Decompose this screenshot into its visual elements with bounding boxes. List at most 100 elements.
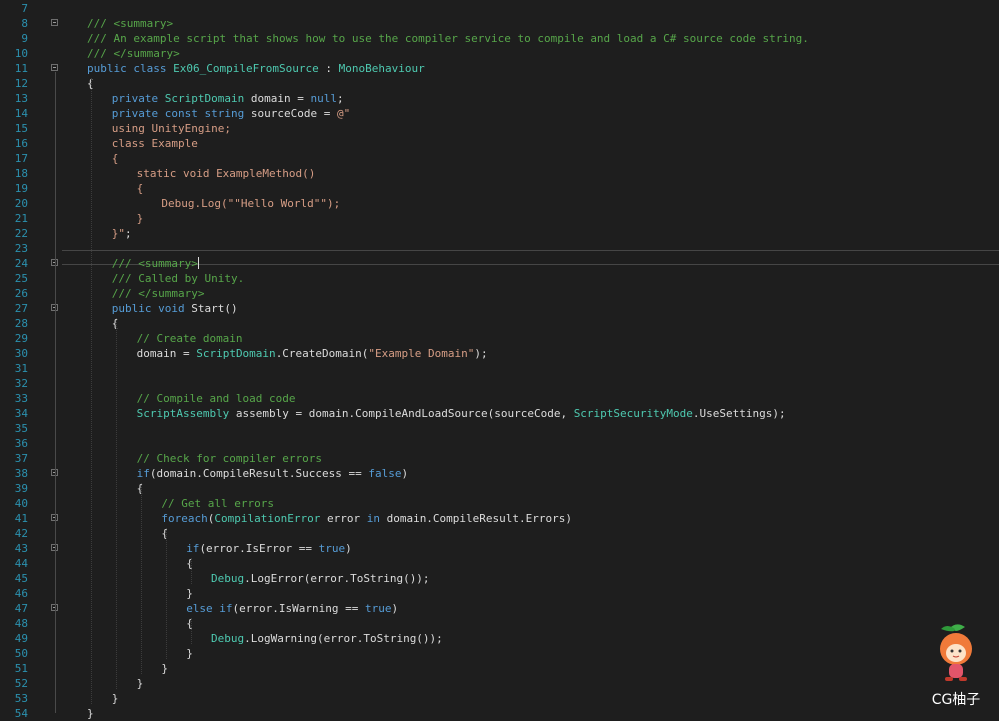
- code-line[interactable]: 53}: [0, 691, 999, 706]
- code-text: }: [137, 211, 144, 226]
- code-line[interactable]: 29 // Create domain: [0, 331, 999, 346]
- code-line[interactable]: 37 // Check for compiler errors: [0, 451, 999, 466]
- collapse-toggle-icon[interactable]: [51, 19, 58, 26]
- code-token: {: [136, 182, 144, 195]
- code-text: }: [186, 646, 193, 661]
- code-token: // Get all errors: [161, 497, 274, 510]
- line-number: 43: [14, 542, 28, 555]
- code-line[interactable]: 45 Debug.LogError(error.ToString());: [0, 571, 999, 586]
- code-text: class Example: [112, 136, 198, 151]
- code-line[interactable]: 39 {: [0, 481, 999, 496]
- code-token: Start(): [191, 302, 238, 315]
- code-token: /// </summary>: [87, 47, 180, 60]
- code-line[interactable]: 42 {: [0, 526, 999, 541]
- code-token: (domain.CompileResult.Success ==: [149, 467, 369, 480]
- fold-region-line: [55, 552, 56, 593]
- line-number: 15: [14, 122, 28, 135]
- line-number: 40: [14, 497, 28, 510]
- line-number: 31: [14, 362, 28, 375]
- code-line[interactable]: 17 {: [0, 151, 999, 166]
- code-line[interactable]: 44{: [0, 556, 999, 571]
- code-line[interactable]: 14 private const string sourceCode = @": [0, 106, 999, 121]
- line-number: 34: [14, 407, 28, 420]
- code-line[interactable]: 50}: [0, 646, 999, 661]
- line-number: 45: [14, 572, 28, 585]
- line-number: 37: [14, 452, 28, 465]
- code-text: static void ExampleMethod(): [137, 166, 316, 181]
- indent-guide: [116, 318, 117, 689]
- code-line[interactable]: 20 Debug.Log(""Hello World"");: [0, 196, 999, 211]
- code-line[interactable]: 32: [0, 376, 999, 391]
- code-line[interactable]: 19 {: [0, 181, 999, 196]
- code-text: }: [87, 706, 94, 721]
- code-line[interactable]: 36: [0, 436, 999, 451]
- code-line[interactable]: 8 /// <summary>: [0, 16, 999, 31]
- code-line[interactable]: 31: [0, 361, 999, 376]
- code-token: public class: [87, 62, 174, 75]
- code-token: sourceCode =: [250, 107, 337, 120]
- code-line[interactable]: 15 using UnityEngine;: [0, 121, 999, 136]
- code-line[interactable]: 52}: [0, 676, 999, 691]
- code-line[interactable]: 21}: [0, 211, 999, 226]
- code-token: {: [111, 152, 119, 165]
- code-line[interactable]: 38 if(domain.CompileResult.Success == fal…: [0, 466, 999, 481]
- code-text: {: [112, 151, 119, 166]
- fold-region-line: [55, 612, 56, 653]
- code-line[interactable]: 12{: [0, 76, 999, 91]
- code-line[interactable]: 28{: [0, 316, 999, 331]
- code-token: ;: [125, 227, 132, 240]
- line-number: 21: [14, 212, 28, 225]
- code-line[interactable]: 26 /// </summary>: [0, 286, 999, 301]
- code-line[interactable]: 41 foreach(CompilationError error in doma…: [0, 511, 999, 526]
- code-line[interactable]: 25 /// Called by Unity.: [0, 271, 999, 286]
- code-line[interactable]: 46}: [0, 586, 999, 601]
- code-token: else if: [186, 602, 233, 615]
- code-line[interactable]: 23: [0, 241, 999, 256]
- code-line[interactable]: 40 // Get all errors: [0, 496, 999, 511]
- code-line[interactable]: 24 /// <summary>: [0, 256, 999, 271]
- code-text: {: [161, 526, 168, 541]
- code-line[interactable]: 48{: [0, 616, 999, 631]
- code-token: (error.IsWarning ==: [232, 602, 365, 615]
- code-line[interactable]: 27 public void Start(): [0, 301, 999, 316]
- code-token: /// Called by Unity.: [111, 272, 245, 285]
- code-line[interactable]: 10 /// </summary>: [0, 46, 999, 61]
- code-line[interactable]: 30 domain = ScriptDomain.CreateDomain("Ex…: [0, 346, 999, 361]
- code-token: null: [310, 92, 338, 105]
- code-line[interactable]: 33 // Compile and load code: [0, 391, 999, 406]
- line-number: 13: [14, 92, 28, 105]
- line-number: 11: [14, 62, 28, 75]
- line-number: 22: [14, 227, 28, 240]
- code-token: ): [401, 467, 409, 480]
- code-line[interactable]: 34 ScriptAssembly assembly = domain.Compi…: [0, 406, 999, 421]
- code-line[interactable]: 49 Debug.LogWarning(error.ToString());: [0, 631, 999, 646]
- code-token: @": [336, 107, 351, 120]
- code-text: // Compile and load code: [137, 391, 296, 406]
- code-line[interactable]: 22}";: [0, 226, 999, 241]
- code-line[interactable]: 18 static void ExampleMethod(): [0, 166, 999, 181]
- line-number: 29: [14, 332, 28, 345]
- code-token: ;: [337, 92, 344, 105]
- code-line[interactable]: 51}: [0, 661, 999, 676]
- line-number: 53: [14, 692, 28, 705]
- code-token: public void: [111, 302, 192, 315]
- code-line[interactable]: 47 else if(error.IsWarning == true): [0, 601, 999, 616]
- code-line[interactable]: 35: [0, 421, 999, 436]
- collapse-toggle-icon[interactable]: [51, 64, 58, 71]
- code-editor[interactable]: 7 8 /// <summary> 9 /// An example script th…: [0, 0, 999, 720]
- code-line[interactable]: 54}: [0, 706, 999, 721]
- line-number: 20: [14, 197, 28, 210]
- code-token: domain =: [136, 347, 197, 360]
- code-token: }: [161, 662, 169, 675]
- code-line[interactable]: 43 if(error.IsError == true): [0, 541, 999, 556]
- code-line[interactable]: 16 class Example: [0, 136, 999, 151]
- code-line[interactable]: 9 /// An example script that shows how to…: [0, 31, 999, 46]
- code-token: }: [186, 587, 193, 600]
- code-text: public void Start(): [112, 301, 238, 316]
- code-line[interactable]: 7: [0, 1, 999, 16]
- code-line[interactable]: 13 private ScriptDomain domain = null;: [0, 91, 999, 106]
- code-line[interactable]: 11 public class Ex06_CompileFromSource : …: [0, 61, 999, 76]
- indent-guide: [191, 618, 192, 644]
- code-token: }: [136, 212, 144, 225]
- line-number: 7: [21, 2, 28, 15]
